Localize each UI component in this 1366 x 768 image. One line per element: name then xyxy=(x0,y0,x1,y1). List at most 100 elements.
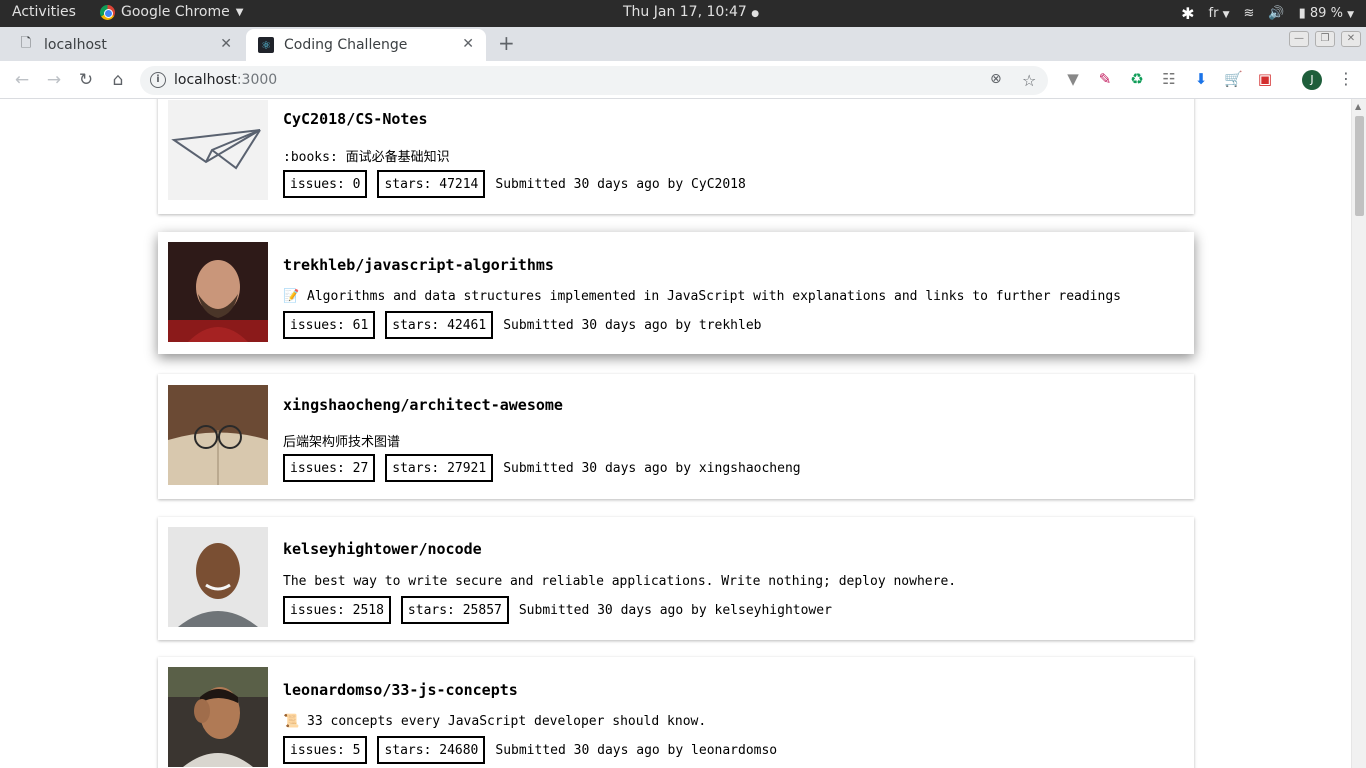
app-menu[interactable]: Google Chrome ▼ xyxy=(100,4,243,20)
issues-badge: issues: 2518 xyxy=(283,596,391,624)
book-glasses-photo xyxy=(168,385,268,485)
issues-badge: issues: 27 xyxy=(283,454,376,482)
back-button[interactable]: ← xyxy=(11,69,33,91)
activities-button[interactable]: Activities xyxy=(12,4,76,20)
repo-description: 📝 Algorithms and data structures impleme… xyxy=(283,289,1121,304)
person-photo xyxy=(168,667,268,767)
profile-avatar[interactable]: J xyxy=(1302,70,1322,90)
reload-button[interactable]: ↻ xyxy=(75,69,97,91)
more-menu-icon[interactable]: ⋮ xyxy=(1338,69,1354,88)
repo-card[interactable]: xingshaocheng/architect-awesome 后端架构师技术图… xyxy=(158,374,1194,499)
minimize-button[interactable]: — xyxy=(1289,31,1309,47)
close-window-button[interactable]: ✕ xyxy=(1341,31,1361,47)
scroll-up-icon[interactable]: ▲ xyxy=(1355,102,1361,111)
home-button[interactable]: ⌂ xyxy=(107,69,129,91)
repo-meta: issues: 0 stars: 47214 Submitted 30 days… xyxy=(283,170,746,198)
repo-meta: issues: 5 stars: 24680 Submitted 30 days… xyxy=(283,736,777,764)
submitted-text: Submitted 30 days ago by leonardomso xyxy=(495,742,778,758)
input-language-label: fr xyxy=(1208,6,1219,21)
clock-text: Thu Jan 17, 10:47 xyxy=(623,4,747,20)
repo-card[interactable]: trekhleb/javascript-algorithms 📝 Algorit… xyxy=(158,232,1194,354)
json-viewer-icon[interactable]: ☷ xyxy=(1160,70,1178,88)
close-icon[interactable]: ✕ xyxy=(462,36,474,52)
paper-plane-icon xyxy=(171,129,261,170)
input-language[interactable]: fr ▼ xyxy=(1209,6,1230,21)
submitted-text: Submitted 30 days ago by kelseyhightower xyxy=(518,602,832,618)
repo-title[interactable]: CyC2018/CS-Notes xyxy=(283,110,428,128)
repo-title[interactable]: kelseyhightower/nocode xyxy=(283,540,482,558)
app-name: Google Chrome xyxy=(121,4,230,20)
issues-badge: issues: 0 xyxy=(283,170,368,198)
repo-avatar xyxy=(168,385,268,485)
stars-badge: stars: 42461 xyxy=(385,311,494,339)
submitted-text: Submitted 30 days ago by trekhleb xyxy=(503,317,762,333)
battery-level: 89 % xyxy=(1309,6,1343,21)
new-tab-button[interactable]: + xyxy=(498,31,515,55)
repo-description: 后端架构师技术图谱 xyxy=(283,435,401,450)
chevron-down-icon: ▼ xyxy=(235,6,244,18)
page-viewport: CyC2018/CS-Notes :books: 面试必备基础知识 issues… xyxy=(0,99,1351,768)
screenshot-icon[interactable]: ▣ xyxy=(1256,70,1274,88)
repo-description: The best way to write secure and reliabl… xyxy=(283,574,957,589)
repo-meta: issues: 61 stars: 42461 Submitted 30 day… xyxy=(283,311,761,339)
repo-avatar xyxy=(168,242,268,342)
translate-icon[interactable]: ⊗ xyxy=(990,71,1002,87)
chevron-down-icon: ▼ xyxy=(1347,10,1354,20)
browser-toolbar: ← → ↻ ⌂ i localhost:3000 ⊗ ☆ ▼ ✎ ♻ ☷ ⬇ 🛒… xyxy=(0,61,1366,99)
repo-avatar xyxy=(168,527,268,627)
repo-description: :books: 面试必备基础知识 xyxy=(283,150,450,165)
recycle-icon[interactable]: ♻ xyxy=(1128,70,1146,88)
repo-avatar xyxy=(168,100,268,200)
issues-badge: issues: 5 xyxy=(283,736,368,764)
stars-badge: stars: 25857 xyxy=(400,596,509,624)
battery-indicator[interactable]: ▮ 89 % ▼ xyxy=(1299,6,1354,21)
repo-meta: issues: 2518 stars: 25857 Submitted 30 d… xyxy=(283,596,832,624)
tab-title: localhost xyxy=(44,37,107,53)
vertical-scrollbar[interactable]: ▲ xyxy=(1351,99,1366,768)
clock[interactable]: Thu Jan 17, 10:47 ● xyxy=(623,4,759,20)
notification-dot-icon: ● xyxy=(751,9,760,19)
tab-title: Coding Challenge xyxy=(284,37,408,53)
react-icon: ⚛ xyxy=(258,37,274,53)
system-top-bar: Activities Google Chrome ▼ Thu Jan 17, 1… xyxy=(0,0,1366,27)
issues-badge: issues: 61 xyxy=(283,311,376,339)
url-text: localhost:3000 xyxy=(174,72,277,88)
battery-icon: ▮ xyxy=(1298,6,1306,21)
person-photo xyxy=(168,242,268,342)
repo-title[interactable]: xingshaocheng/architect-awesome xyxy=(283,396,563,414)
repo-title[interactable]: trekhleb/javascript-algorithms xyxy=(283,256,554,274)
chevron-down-icon: ▼ xyxy=(1222,10,1230,20)
cart-icon[interactable]: 🛒 xyxy=(1224,70,1243,88)
stars-badge: stars: 47214 xyxy=(377,170,486,198)
url-host: localhost xyxy=(174,72,237,88)
scrollbar-thumb[interactable] xyxy=(1355,116,1364,216)
info-icon[interactable]: i xyxy=(150,72,166,88)
bookmark-star-icon[interactable]: ☆ xyxy=(1022,71,1036,90)
repo-card[interactable]: kelseyhightower/nocode The best way to w… xyxy=(158,517,1194,640)
repo-card[interactable]: leonardomso/33-js-concepts 📜 33 concepts… xyxy=(158,657,1194,768)
tab-strip: 🗋 localhost ✕ ⚛ Coding Challenge ✕ xyxy=(0,27,1366,61)
vue-devtools-icon[interactable]: ▼ xyxy=(1064,70,1082,88)
color-picker-icon[interactable]: ✎ xyxy=(1096,70,1114,88)
page-icon: 🗋 xyxy=(20,36,32,51)
close-icon[interactable]: ✕ xyxy=(220,36,232,52)
repo-title[interactable]: leonardomso/33-js-concepts xyxy=(283,681,518,699)
person-photo xyxy=(168,527,268,627)
volume-icon[interactable]: 🔊 xyxy=(1268,6,1284,21)
chrome-icon xyxy=(100,4,115,20)
slack-icon[interactable]: ✱ xyxy=(1181,4,1194,23)
repo-avatar xyxy=(168,667,268,767)
download-icon[interactable]: ⬇ xyxy=(1192,70,1210,88)
tab-localhost[interactable]: 🗋 localhost ✕ xyxy=(0,29,244,61)
address-bar[interactable]: i localhost:3000 ⊗ ☆ xyxy=(140,66,1048,95)
stars-badge: stars: 24680 xyxy=(377,736,486,764)
submitted-text: Submitted 30 days ago by xingshaocheng xyxy=(503,460,801,476)
url-port: :3000 xyxy=(236,72,278,88)
forward-button[interactable]: → xyxy=(43,69,65,91)
wifi-icon[interactable]: ≋ xyxy=(1244,6,1255,21)
tab-coding-challenge[interactable]: ⚛ Coding Challenge ✕ xyxy=(246,29,486,61)
maximize-button[interactable]: ❐ xyxy=(1315,31,1335,47)
repo-card[interactable]: CyC2018/CS-Notes :books: 面试必备基础知识 issues… xyxy=(158,99,1194,214)
repo-description: 📜 33 concepts every JavaScript developer… xyxy=(283,714,707,729)
stars-badge: stars: 27921 xyxy=(385,454,494,482)
